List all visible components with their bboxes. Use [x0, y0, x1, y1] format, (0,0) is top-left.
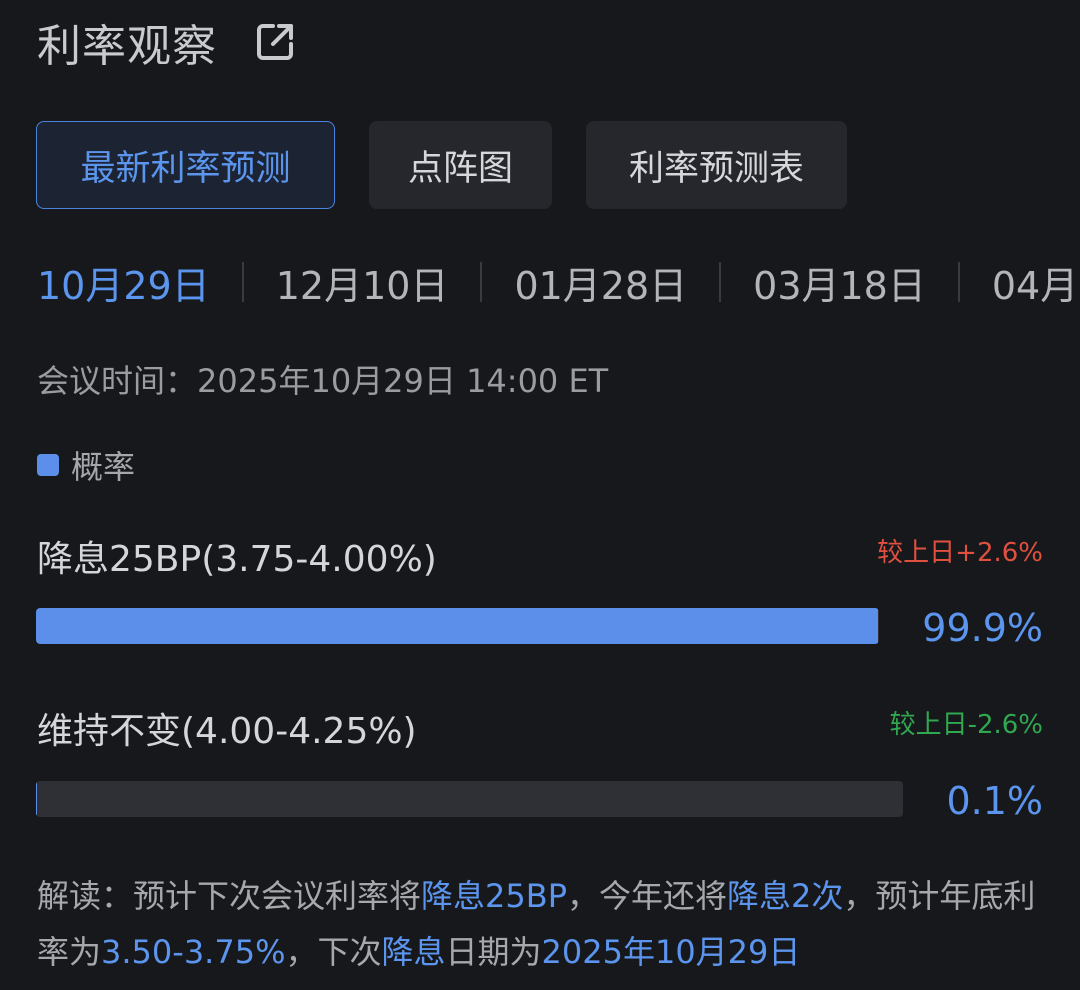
date-item-selected[interactable]: 10月29日	[37, 255, 210, 310]
legend-label: 概率	[71, 448, 136, 486]
interpretation-text-part: 解读：预计下次会议利率将	[37, 877, 422, 915]
date-separator	[480, 262, 483, 302]
interpretation-text: 解读：预计下次会议利率将降息25BP，今年还将降息2次，预计年底利率为3.50-…	[37, 868, 1047, 980]
date-item[interactable]: 03月18日	[753, 255, 926, 310]
tab-rate-forecast-table[interactable]: 利率预测表	[586, 121, 847, 209]
tab-dot-plot[interactable]: 点阵图	[369, 121, 552, 209]
header: 利率观察	[37, 12, 299, 72]
date-separator	[241, 262, 244, 302]
date-item[interactable]: 04月	[992, 255, 1078, 310]
interpretation-highlight: 3.50-3.75%	[101, 933, 286, 971]
date-separator	[957, 262, 960, 302]
option-delta-cut-25bp: 较上日+2.6%	[877, 538, 1043, 568]
tab-bar: 最新利率预测 点阵图 利率预测表	[36, 121, 847, 209]
probability-bar-hold	[36, 781, 903, 817]
probability-bar-fill	[36, 781, 37, 817]
meeting-time-label: 会议时间：	[37, 362, 198, 400]
date-separator	[719, 262, 722, 302]
legend-swatch	[37, 454, 59, 476]
interpretation-highlight: 降息25BP	[421, 877, 567, 915]
meeting-date-selector: 10月29日 12月10日 01月28日 03月18日 04月	[37, 252, 1080, 312]
meeting-time-value: 2025年10月29日 14:00 ET	[197, 362, 609, 400]
option-percent-cut-25bp: 99.9%	[922, 606, 1043, 650]
interpretation-text-part: 日期为	[445, 933, 542, 971]
tab-latest-rate-forecast[interactable]: 最新利率预测	[36, 121, 335, 209]
legend: 概率	[37, 442, 135, 488]
page-title: 利率观察	[37, 21, 217, 72]
interpretation-highlight: 降息	[381, 933, 446, 971]
interpretation-highlight: 2025年10月29日	[541, 933, 801, 971]
option-label-cut-25bp: 降息25BP(3.75-4.00%)	[37, 539, 437, 580]
meeting-time: 会议时间： 2025年10月29日 14:00 ET	[37, 356, 608, 402]
probability-bar-fill	[36, 608, 879, 644]
interpretation-text-part: ，下次	[285, 933, 382, 971]
option-delta-hold: 较上日-2.6%	[889, 710, 1043, 740]
probability-bar-cut-25bp	[36, 608, 879, 644]
interpretation-text-part: ，今年还将	[567, 877, 728, 915]
option-label-hold: 维持不变(4.00-4.25%)	[37, 711, 417, 752]
date-item[interactable]: 01月28日	[514, 255, 687, 310]
option-percent-hold: 0.1%	[946, 779, 1043, 823]
external-link-icon[interactable]	[251, 18, 299, 66]
interpretation-highlight: 降息2次	[727, 877, 844, 915]
date-item[interactable]: 12月10日	[276, 255, 449, 310]
